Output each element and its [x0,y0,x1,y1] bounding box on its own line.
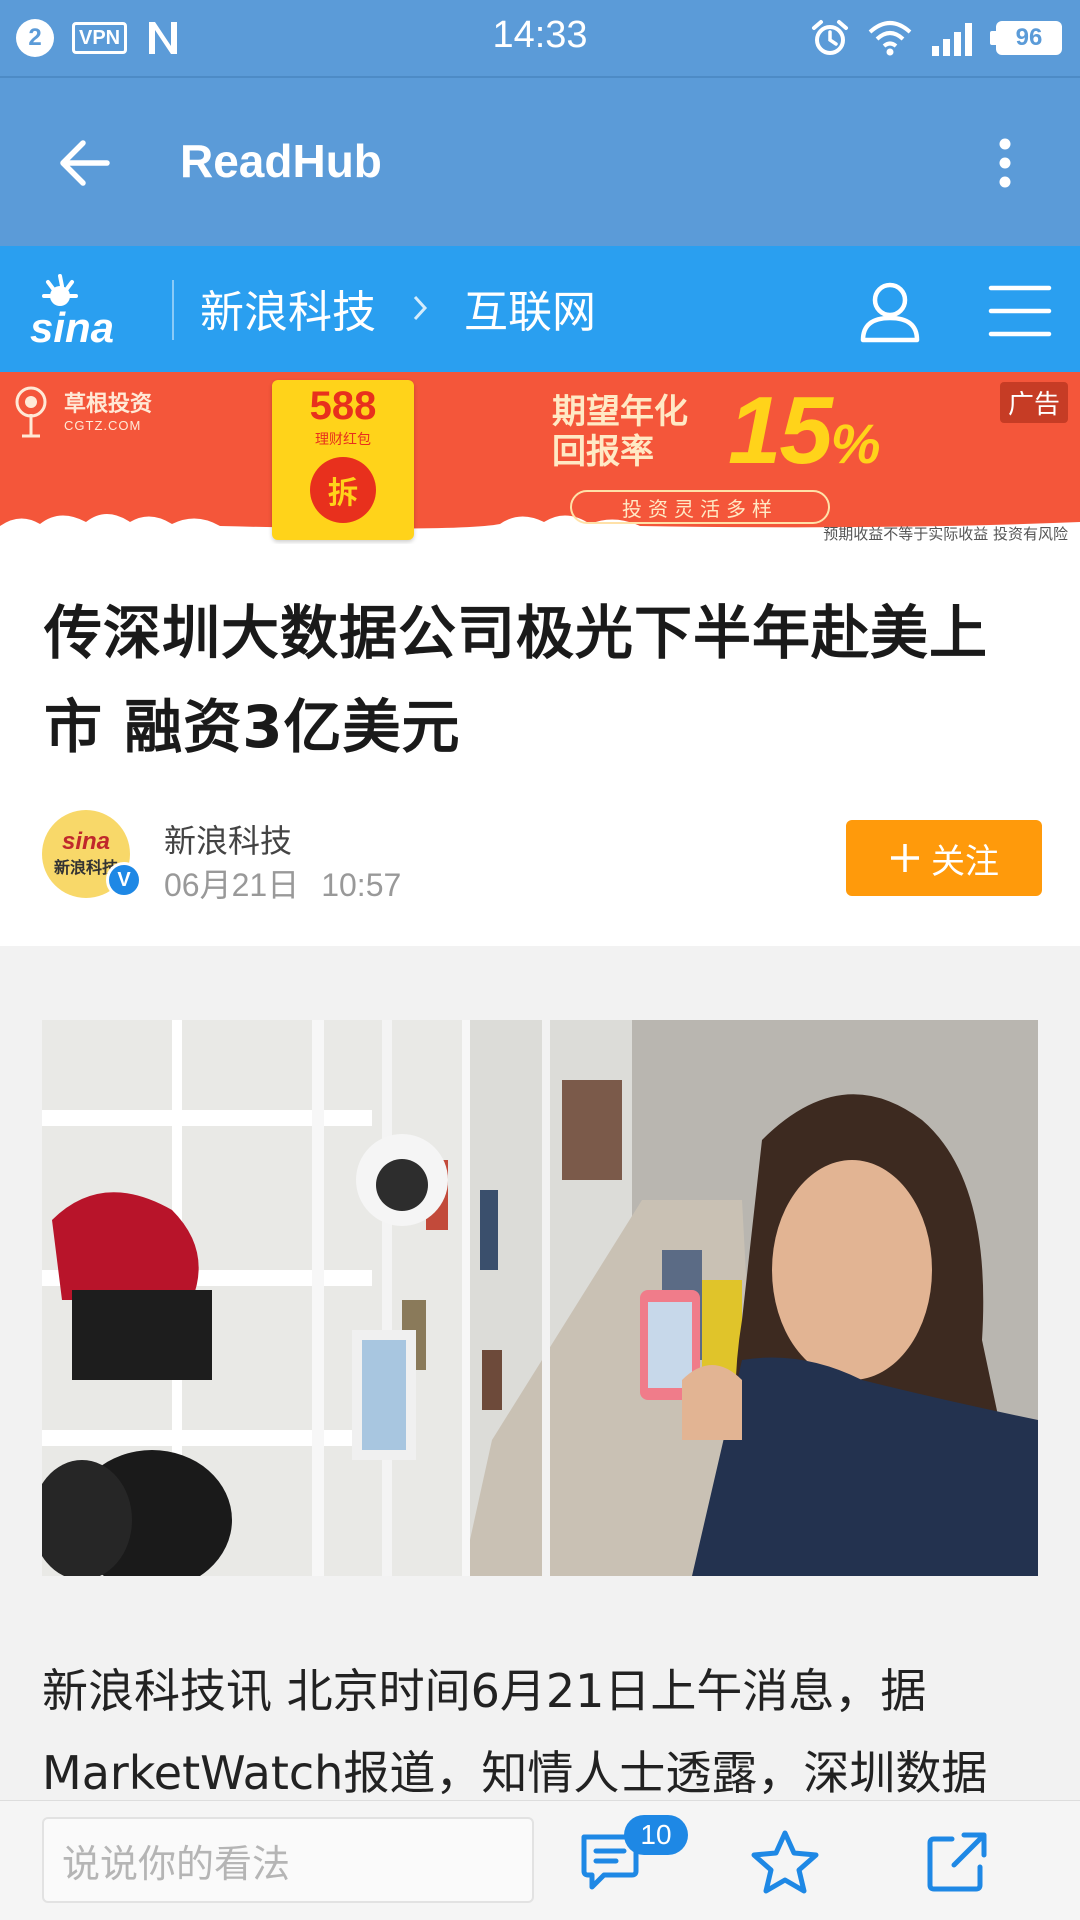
breadcrumb: 新浪科技 互联网 [200,276,596,340]
envelope-amount: 588 [309,384,377,428]
envelope-label: 理财红包 [315,432,371,448]
ad-disclaimer: 预期收益不等于实际收益 投资有风险 [823,525,1068,543]
comment-input[interactable]: 说说你的看法 [42,1817,534,1903]
ad-headline: 期望年化 回报率 [552,392,688,472]
comment-count-badge: 10 [624,1815,688,1855]
battery-icon: 96 [990,21,1062,55]
article-photo[interactable] [42,1020,1038,1576]
bottom-action-bar: 说说你的看法 10 [0,1800,1080,1920]
breadcrumb-item-internet[interactable]: 互联网 [464,276,596,340]
breadcrumb-item-sina-tech[interactable]: 新浪科技 [200,276,376,340]
follow-button[interactable]: 关注 [846,820,1042,896]
article-body: 新浪科技讯 北京时间6月21日上午消息，据MarketWatch报道，知情人士透… [42,1664,988,1800]
app-bar: ReadHub [0,76,1080,246]
article-content: 新浪科技讯 北京时间6月21日上午消息，据MarketWatch报道，知情人士透… [0,946,1080,1800]
avatar-logo-text: sina [61,828,111,855]
user-account-button[interactable] [855,276,925,346]
favorite-button[interactable] [750,1829,820,1895]
ad-brand-logo: 草根投资 CGTZ.COM [8,384,152,440]
post-datetime: 06月21日 10:57 [164,860,401,906]
more-vert-icon [999,138,1011,188]
sina-logo-icon: sina [30,274,114,351]
article-title: 传深圳大数据公司极光下半年赴美上市 融资3亿美元 [44,599,989,761]
ad-headline-line2: 回报率 [552,432,654,472]
back-arrow-icon [60,140,110,186]
nav-divider [172,280,174,340]
alarm-icon [812,20,848,55]
bookstore-photo-image [42,1020,1038,1576]
follow-label: 关注 [931,841,999,882]
ad-brand-domain: CGTZ.COM [64,417,142,433]
chevron-right-icon [412,294,428,322]
more-options-button[interactable] [970,128,1040,198]
signal-icon [932,23,972,56]
site-nav-bar: sina 新浪科技 互联网 [0,246,1080,372]
author-row: sina 新浪科技 V 新浪科技 06月21日 10:57 关注 [42,806,1042,906]
menu-icon [988,285,1052,337]
ad-rate-value: 15 [728,377,833,484]
user-icon [860,282,920,343]
ad-rate-unit: % [830,412,881,475]
back-button[interactable] [50,128,120,198]
menu-button[interactable] [985,276,1055,346]
tree-logo-icon [15,386,47,438]
post-date: 06月21日 [164,867,300,903]
share-icon [927,1832,987,1892]
red-envelope: 588 理财红包 拆 [272,380,414,540]
ad-banner[interactable]: 草根投资 CGTZ.COM 588 理财红包 拆 期望年化 回报率 15% 投资… [0,372,1080,544]
ad-brand-name: 草根投资 [64,391,153,417]
star-icon [751,1830,819,1894]
ad-headline-line1: 期望年化 [552,392,688,432]
author-name[interactable]: 新浪科技 [164,816,292,862]
svg-text:sina: sina [30,304,114,351]
wifi-icon [868,21,912,56]
verified-badge-icon: V [106,862,142,898]
status-right: 96 [810,18,1062,58]
ad-tag: 广告 [999,382,1068,423]
app-title: ReadHub [180,135,382,187]
share-button[interactable] [924,1829,990,1895]
envelope-seal: 拆 [310,457,376,523]
status-bar: 2 VPN 14:33 96 [0,0,1080,76]
post-time: 10:57 [321,867,402,903]
sina-logo[interactable]: sina [26,268,146,352]
ad-rate: 15% [728,376,881,486]
ad-pill: 投资灵活多样 [570,490,830,524]
plus-icon [891,844,919,872]
